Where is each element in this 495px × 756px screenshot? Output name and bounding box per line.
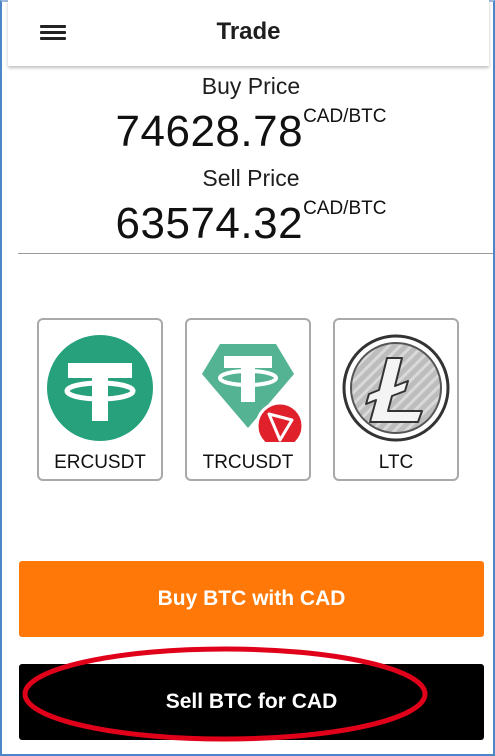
sell-button[interactable]: Sell BTC for CAD (19, 664, 484, 740)
coin-card-ercusdt[interactable]: ERCUSDT (37, 318, 163, 481)
sell-price-value: 63574.32 (115, 199, 304, 248)
sell-price-label: Sell Price (202, 165, 300, 191)
coin-label: TRCUSDT (202, 452, 294, 473)
buy-price: 74628.78CAD/BTC (8, 106, 494, 157)
sell-price-unit: CAD/BTC (303, 198, 387, 219)
sell-price: 63574.32CAD/BTC (8, 198, 494, 249)
coin-label: LTC (378, 452, 414, 473)
buy-button[interactable]: Buy BTC with CAD (19, 561, 484, 637)
tether-tron-icon (202, 344, 302, 442)
page-title: Trade (216, 18, 281, 45)
divider (18, 253, 493, 254)
coin-card-ltc[interactable]: LTC (333, 318, 459, 481)
tether-icon (47, 335, 153, 441)
buy-price-label: Buy Price (201, 73, 301, 99)
coin-label: ERCUSDT (54, 452, 146, 473)
litecoin-icon (342, 334, 450, 442)
buy-price-unit: CAD/BTC (303, 106, 387, 127)
app-bar: Trade (8, 0, 489, 66)
buy-price-value: 74628.78 (115, 107, 304, 156)
coin-card-trcusdt[interactable]: TRCUSDT (185, 318, 311, 481)
trade-screen: Trade Buy Price 74628.78CAD/BTC Sell Pri… (8, 0, 493, 754)
